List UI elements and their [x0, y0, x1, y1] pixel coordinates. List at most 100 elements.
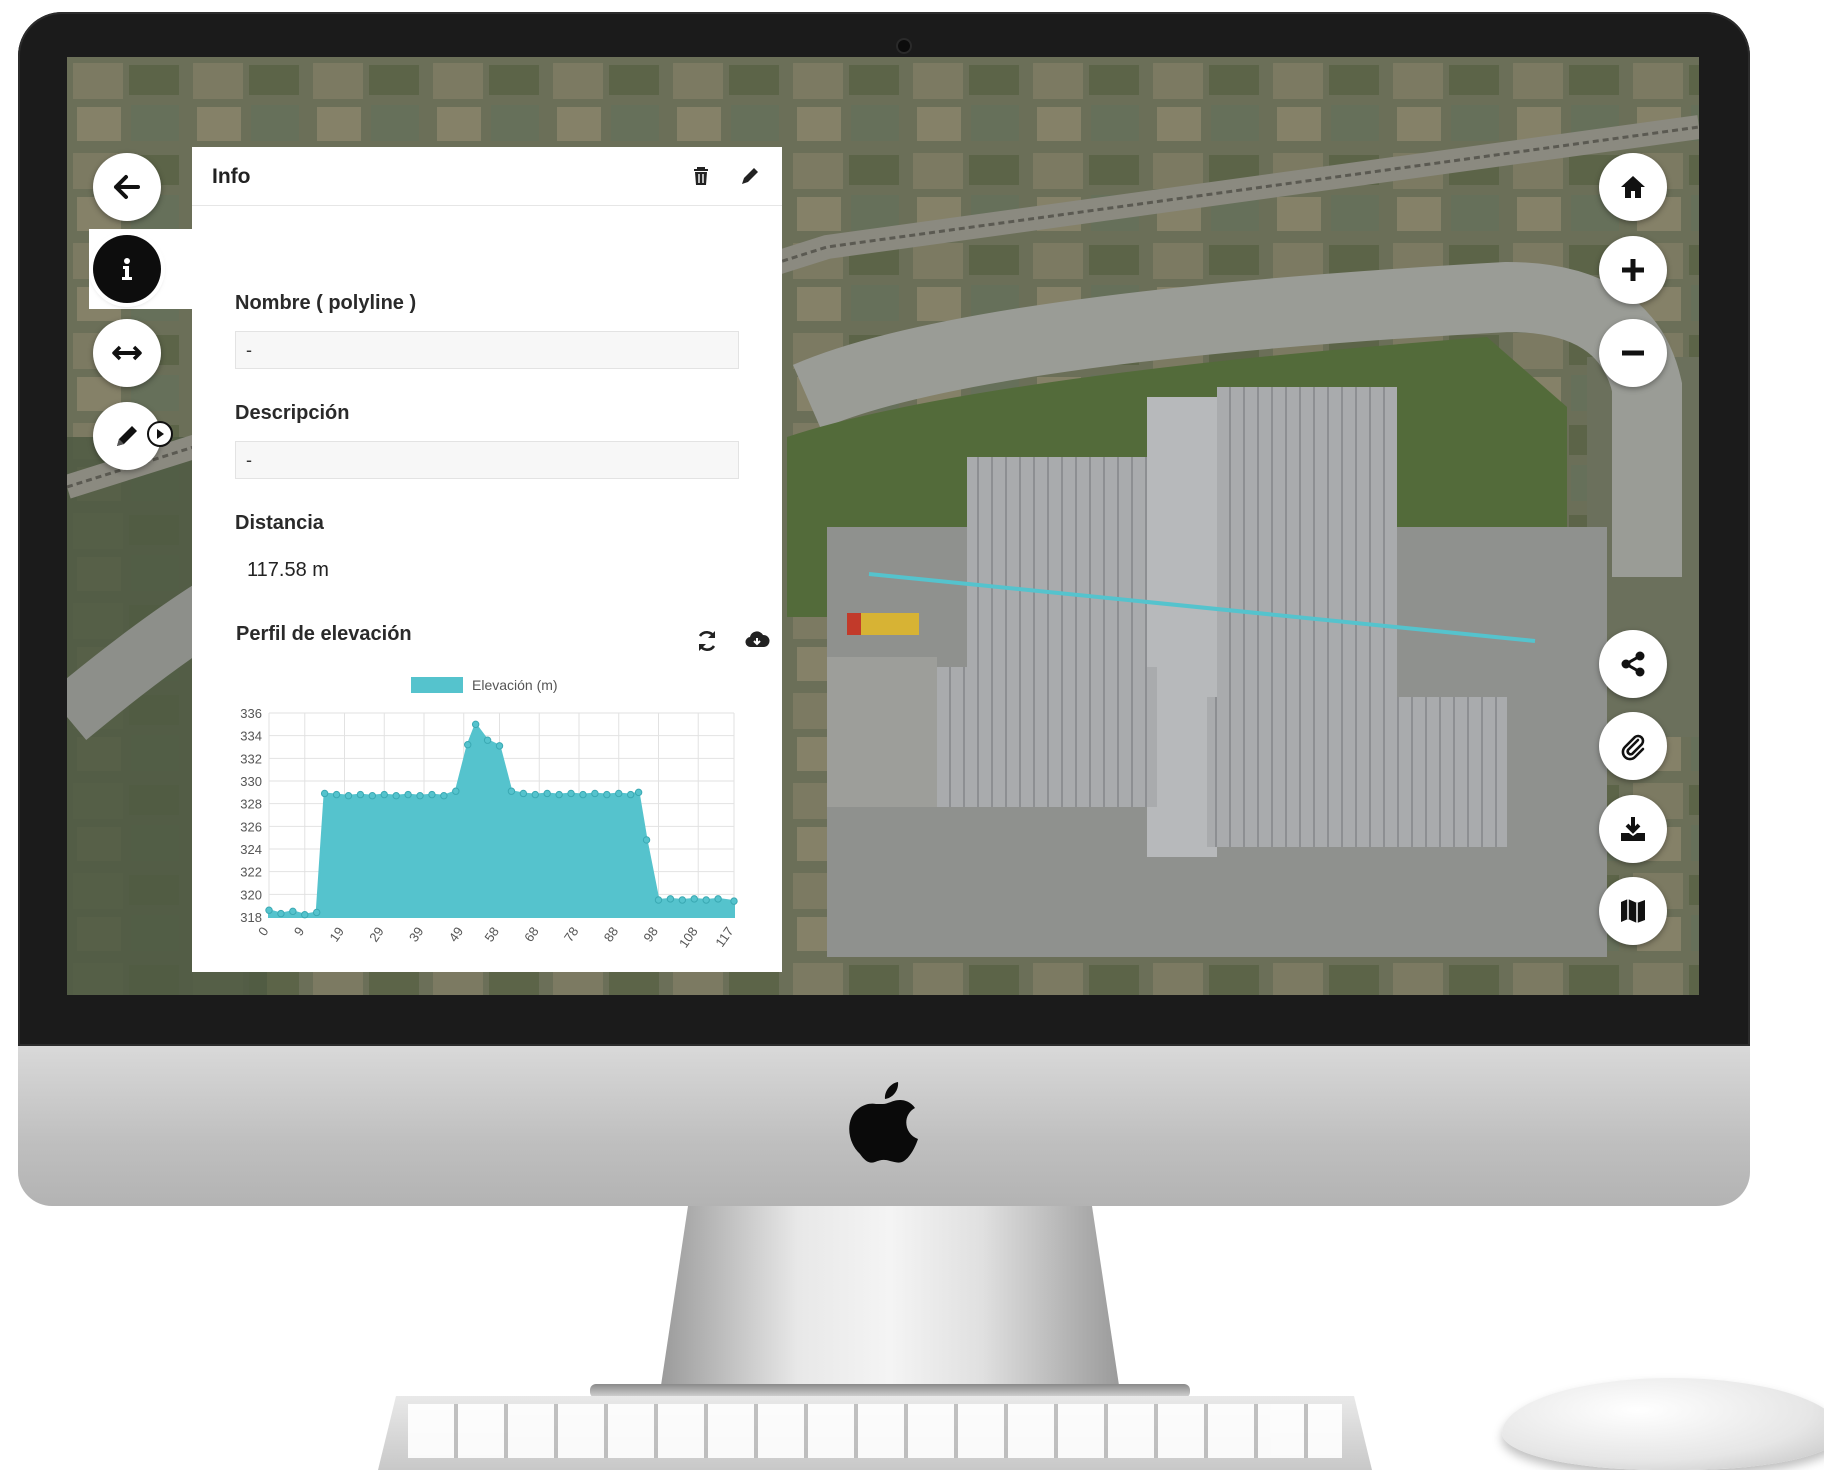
cloud-download-icon[interactable]	[744, 627, 770, 653]
data-point	[730, 897, 738, 905]
data-point	[428, 790, 436, 799]
data-point	[642, 836, 651, 844]
download-button[interactable]	[1599, 795, 1667, 863]
x-tick-label: 108	[676, 924, 701, 950]
data-point	[483, 736, 492, 744]
data-point	[702, 896, 710, 904]
data-point	[495, 742, 504, 750]
data-point	[356, 790, 365, 799]
mouse	[1502, 1378, 1824, 1470]
data-point	[531, 790, 539, 799]
data-point	[654, 896, 663, 904]
data-point	[634, 788, 643, 797]
y-tick-label: 318	[240, 910, 262, 925]
measure-distance-icon	[112, 345, 142, 361]
edit-icon[interactable]	[739, 165, 761, 187]
imac-chin	[18, 1046, 1750, 1206]
data-point	[543, 789, 551, 798]
data-point	[320, 789, 329, 798]
zoom-in-button[interactable]	[1599, 236, 1667, 304]
home-button[interactable]	[1599, 153, 1667, 221]
keyboard	[378, 1396, 1372, 1470]
data-point	[344, 792, 353, 800]
data-point	[714, 895, 722, 903]
camera	[898, 40, 910, 52]
back-button[interactable]	[93, 153, 161, 221]
data-point	[507, 787, 516, 795]
data-point	[289, 907, 297, 916]
distance-value: 117.58 m	[247, 559, 329, 581]
data-point	[615, 789, 623, 798]
data-point	[332, 790, 341, 799]
zoom-out-button[interactable]	[1599, 319, 1667, 387]
x-tick-label: 78	[561, 924, 582, 944]
share-button[interactable]	[1599, 630, 1667, 698]
data-point	[380, 790, 388, 799]
zoom-out-icon	[1622, 350, 1644, 356]
data-point	[567, 789, 575, 798]
back-arrow-icon	[114, 175, 140, 199]
data-point	[368, 792, 377, 800]
x-tick-label: 49	[446, 924, 467, 944]
data-point	[277, 909, 285, 918]
elevation-profile-label: Perfil de elevación	[236, 623, 412, 645]
data-point	[464, 741, 472, 749]
data-point	[312, 908, 321, 917]
data-point	[591, 789, 599, 798]
y-tick-label: 330	[240, 774, 262, 789]
panel-title: Info	[212, 165, 251, 188]
distance-label: Distancia	[235, 512, 324, 534]
info-panel: Info Nombre ( polyline ) - Descripción -…	[192, 147, 782, 972]
zoom-in-icon	[1622, 259, 1644, 281]
x-tick-label: 19	[326, 924, 347, 944]
description-field[interactable]: -	[235, 441, 739, 479]
info-icon	[122, 258, 132, 280]
data-point	[416, 792, 424, 800]
info-button[interactable]	[93, 235, 161, 303]
data-point	[603, 790, 611, 799]
play-icon	[157, 429, 164, 439]
imac-stand-base	[590, 1384, 1190, 1398]
data-point	[519, 789, 528, 798]
data-point	[392, 792, 400, 800]
data-point	[626, 790, 635, 799]
y-tick-label: 324	[240, 842, 262, 857]
description-label: Descripción	[235, 402, 350, 424]
data-point	[555, 790, 563, 799]
trash-icon[interactable]	[690, 165, 712, 187]
y-tick-label: 328	[240, 797, 262, 812]
name-field[interactable]: -	[235, 331, 739, 369]
x-tick-label: 39	[406, 924, 427, 944]
y-tick-label: 326	[240, 819, 262, 834]
x-tick-label: 58	[481, 924, 502, 944]
measure-button[interactable]	[93, 319, 161, 387]
x-tick-label: 117	[712, 924, 736, 950]
attach-icon	[1621, 734, 1645, 761]
x-tick-label: 88	[601, 924, 622, 944]
map-screen[interactable]: Info Nombre ( polyline ) - Descripción -…	[67, 57, 1699, 995]
data-point	[265, 906, 273, 914]
pencil-icon	[117, 426, 137, 446]
refresh-icon[interactable]	[694, 628, 720, 654]
x-tick-label: 68	[521, 924, 542, 944]
data-point	[301, 911, 309, 919]
attach-button[interactable]	[1599, 712, 1667, 780]
expand-toolbar-button[interactable]	[147, 421, 173, 447]
home-icon	[1621, 176, 1645, 198]
y-tick-label: 320	[240, 887, 262, 902]
map-layers-button[interactable]	[1599, 877, 1667, 945]
legend-label: Elevación (m)	[472, 677, 558, 693]
download-icon	[1621, 817, 1645, 841]
name-label: Nombre ( polyline )	[235, 292, 417, 314]
y-tick-label: 332	[240, 751, 262, 766]
y-tick-label: 322	[240, 865, 262, 880]
elevation-area	[268, 722, 735, 918]
y-tick-label: 336	[240, 706, 262, 721]
elevation-chart: Elevación (m) 318 320 322 324 326 328 330 332 334…	[240, 677, 738, 950]
apple-logo-icon	[849, 1082, 918, 1163]
data-point	[440, 792, 448, 800]
x-tick-label: 9	[291, 924, 307, 939]
y-tick-label: 334	[240, 729, 262, 744]
data-point	[452, 787, 460, 795]
imac-stand	[660, 1206, 1120, 1392]
